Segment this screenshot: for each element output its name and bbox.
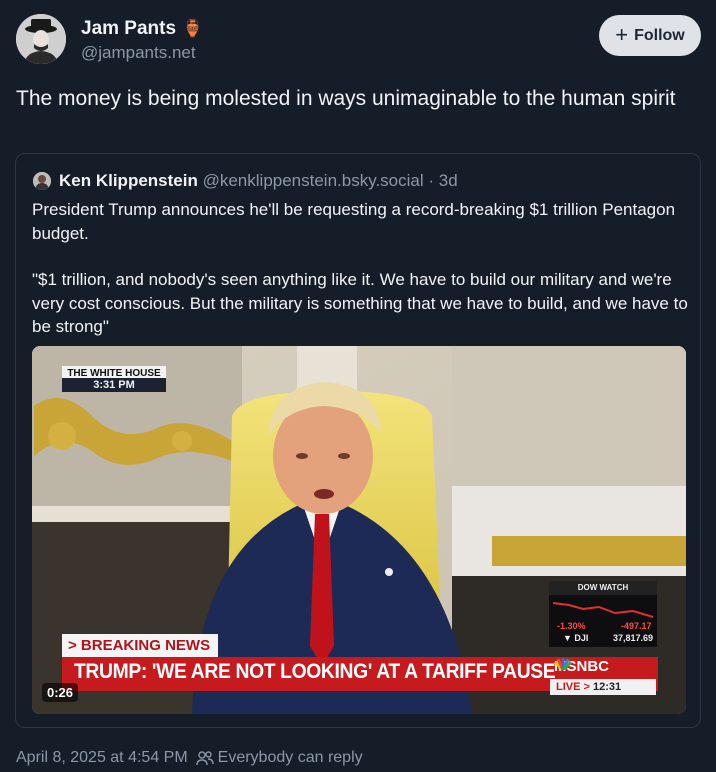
location-time: 3:31 PM [62,378,166,392]
network-logo: MSNBC [554,658,609,675]
author-avatar[interactable] [16,14,66,64]
live-bar: LIVE > 12:31 [550,679,656,695]
peacock-icon [554,658,572,670]
quote-author-avatar[interactable] [33,172,51,190]
author-handle[interactable]: @jampants.net [81,43,196,63]
dow-watch-box: DOW WATCH -1.30% -497.17 ▼ DJI 37,817.69 [549,581,657,647]
dow-symbol: ▼ DJI [563,633,589,643]
author-avatar-image [16,14,66,64]
video-player[interactable]: THE WHITE HOUSE 3:31 PM DOW WATCH -1.30%… [32,346,686,714]
dow-title: DOW WATCH [549,581,657,595]
breaking-news-label: > BREAKING NEWS [62,634,219,657]
quote-paragraph-1: President Trump announces he'll be reque… [32,200,676,243]
reply-setting[interactable]: Everybody can reply [195,749,363,767]
amphora-emoji: 🏺 [182,19,204,38]
news-headline: TRUMP: 'WE ARE NOT LOOKING' AT A TARIFF … [74,660,556,683]
quote-header: Ken Klippenstein @kenklippenstein.bsky.s… [59,171,458,191]
dow-sparkline [552,602,654,618]
reply-setting-label: Everybody can reply [217,749,363,766]
live-arrow: > [583,681,590,693]
post-timestamp[interactable]: April 8, 2025 at 4:54 PM [16,749,188,767]
dow-change: -497.17 [621,621,652,631]
quote-text: President Trump announces he'll be reque… [32,198,692,339]
people-icon [195,751,214,766]
video-timecode: 0:26 [42,683,79,702]
post-footer: April 8, 2025 at 4:54 PM Everybody can r… [16,749,363,767]
quote-age: 3d [438,171,458,190]
follow-button[interactable]: + Follow [599,15,701,56]
quote-paragraph-2: "$1 trillion, and nobody's seen anything… [32,270,688,336]
quote-post-card[interactable]: Ken Klippenstein @kenklippenstein.bsky.s… [15,153,701,728]
follow-button-label: Follow [634,26,685,44]
author-name-text: Jam Pants [81,18,177,39]
quote-author-handle[interactable]: @kenklippenstein.bsky.social [203,171,424,190]
dow-value: 37,817.69 [613,633,654,643]
live-time: 12:31 [593,681,622,693]
live-label: LIVE [556,681,581,693]
quote-author-name[interactable]: Ken Klippenstein [59,171,198,190]
post-text: The money is being molested in ways unim… [16,87,676,110]
quote-separator: · [428,171,435,190]
plus-icon: + [615,21,629,47]
dow-percent: -1.30% [557,621,586,631]
quote-avatar-image [33,172,51,190]
author-name[interactable]: Jam Pants 🏺 [81,18,203,40]
